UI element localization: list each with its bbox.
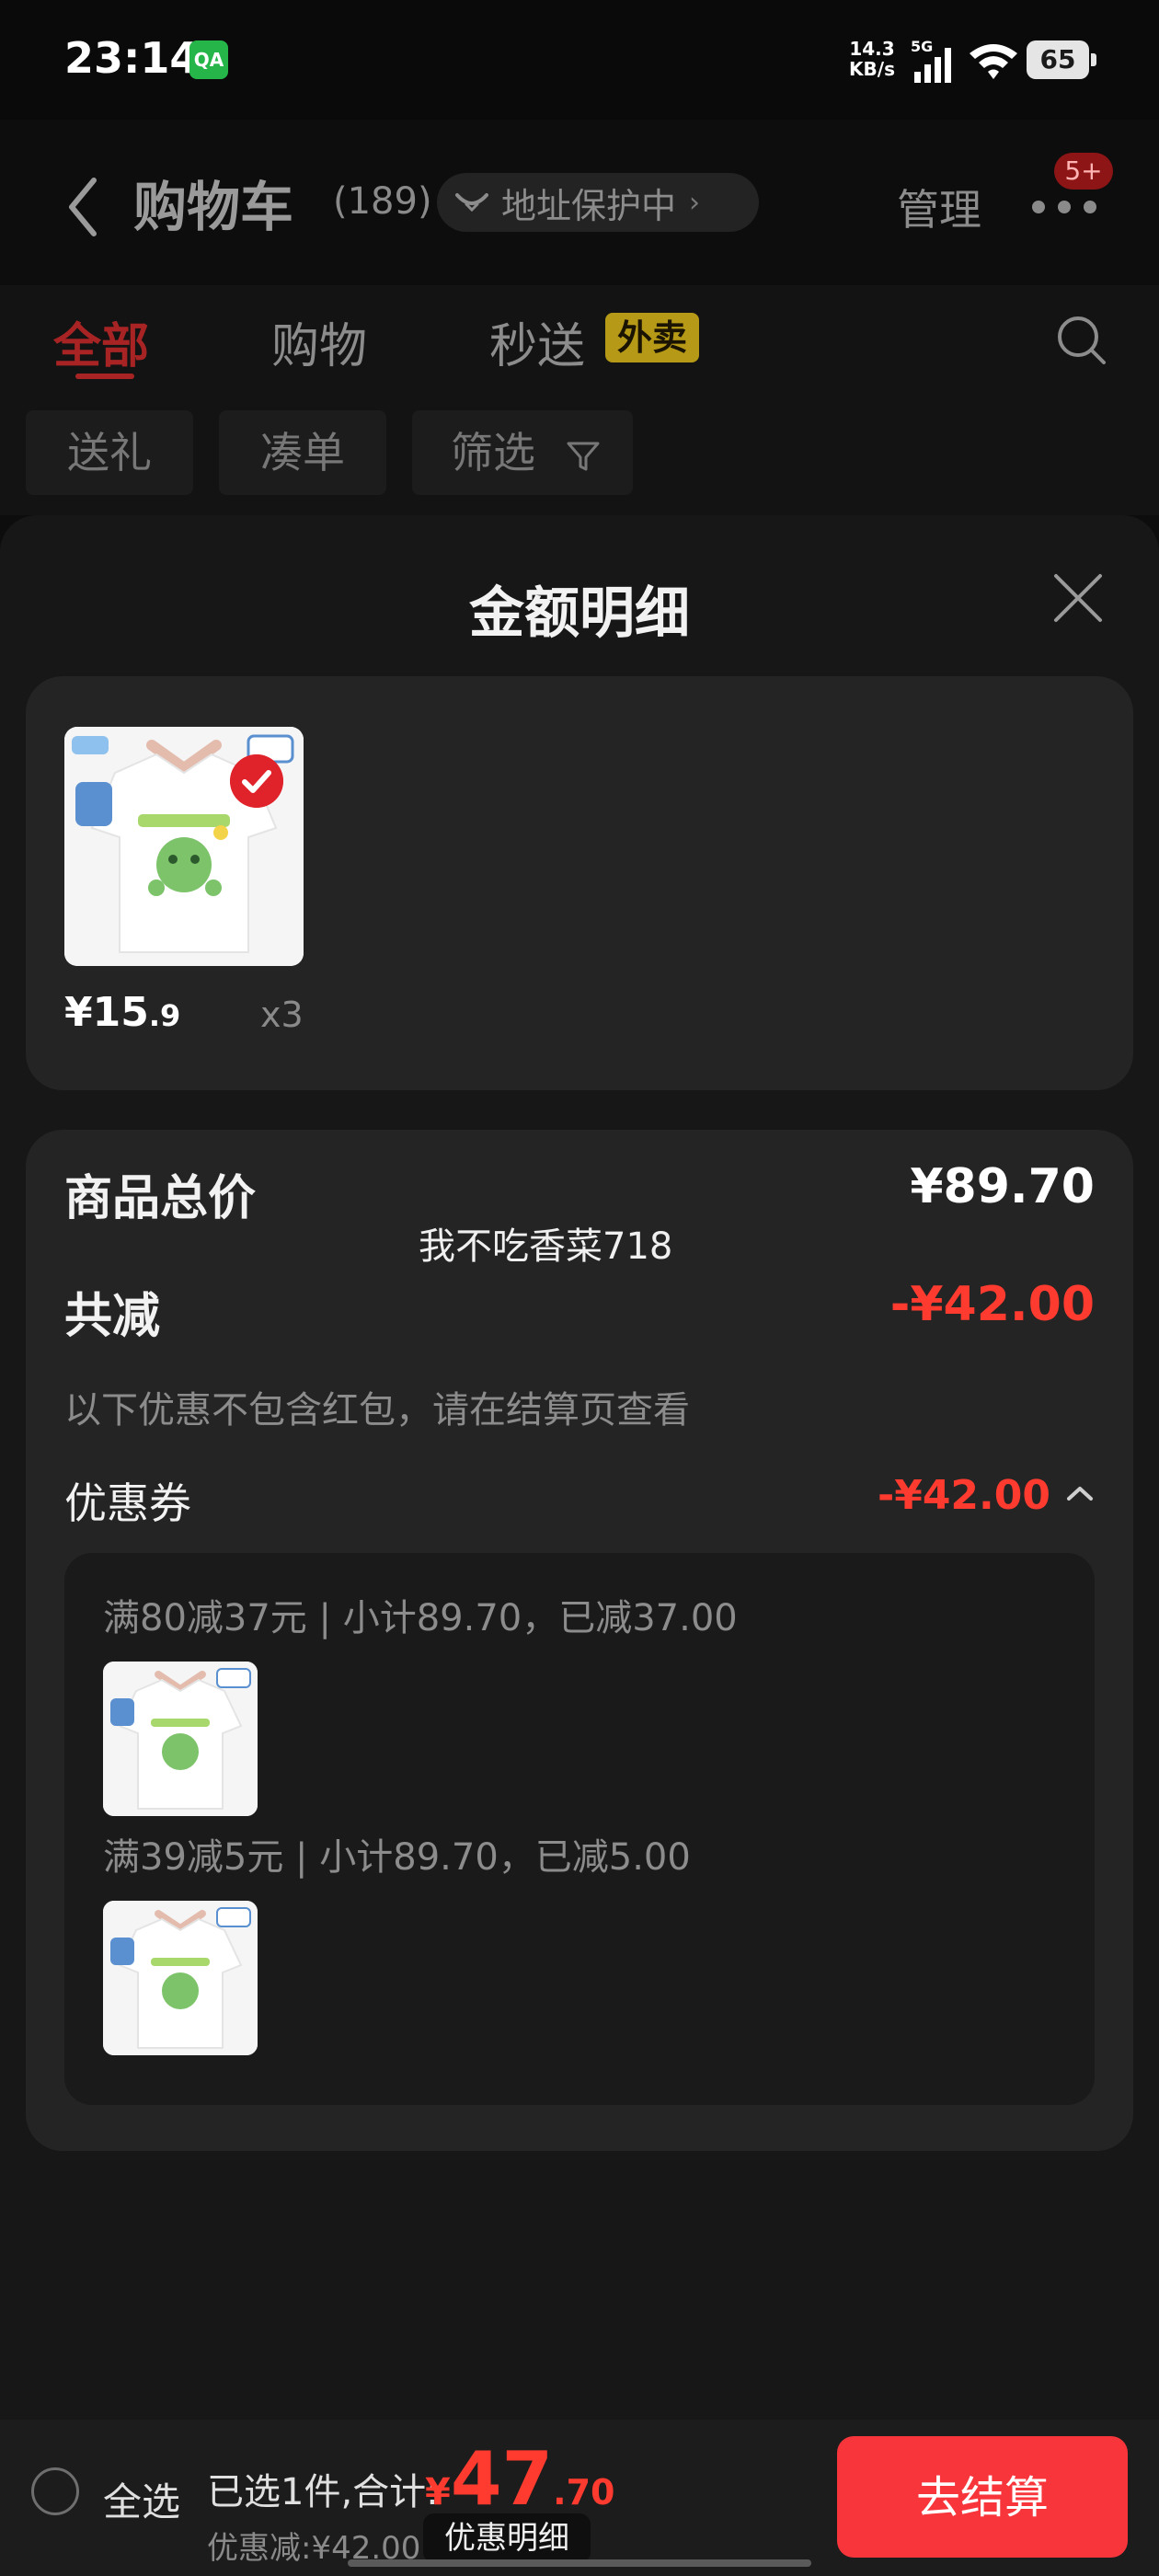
amount-detail-sheet: 金额明细 ¥15.9 x3 商品总价 ¥89.70 共减 -¥42.00 以下优… [0,515,1159,2420]
select-all-radio-icon[interactable] [31,2467,79,2515]
wifi-icon [970,44,1017,79]
product-price-decimal: .9 [148,998,181,1033]
coupon-value[interactable]: -¥42.00 [878,1472,1050,1519]
coupon-product-image-1 [103,1662,258,1816]
app-notification-icon: QA [189,40,228,79]
tab-all[interactable]: 全部 [53,307,149,376]
chip-bundle[interactable]: 凑单 [219,410,386,495]
watermark-text: 我不吃香菜718 [419,1225,673,1268]
coupon-line-2: 满39减5元 | 小计89.70，已减5.00 [103,1836,691,1879]
total-amount: ¥47.70 [425,2436,615,2522]
page-title: 购物车 [133,176,294,238]
select-all-label[interactable]: 全选 [103,2471,180,2527]
discount-value: -¥42.00 [889,1277,1095,1332]
status-bar: 23:14 QA 14.3 KB/s 5G 65 [0,0,1159,120]
cart-header: 购物车 (189) 地址保护中 › 管理 5+ [0,120,1159,285]
address-protection-label: 地址保护中 [501,185,677,226]
chevron-up-icon[interactable] [1065,1483,1095,1503]
sheet-title: 金额明细 [469,581,690,646]
total-price-label: 商品总价 [64,1171,257,1226]
home-indicator[interactable] [348,2559,811,2567]
filter-chips: 送礼 凑单 筛选 [0,396,1159,515]
tshirt-illustration [103,1662,258,1816]
search-icon[interactable] [1054,313,1109,368]
coupon-label: 优惠券 [64,1478,191,1528]
tab-express[interactable]: 秒送 [489,307,585,376]
tab-shopping[interactable]: 购物 [271,307,367,376]
network-type-label: 5G [911,39,933,55]
manage-button[interactable]: 管理 [897,177,981,237]
battery-icon: 65 [1027,40,1096,79]
net-speed-unit: KB/s [849,58,895,80]
shield-icon [455,193,488,213]
close-icon[interactable] [1050,570,1106,626]
tab-active-indicator [75,374,134,379]
chip-gift[interactable]: 送礼 [26,410,193,495]
more-badge: 5+ [1054,153,1113,190]
total-dec: .70 [553,2472,615,2513]
total-int: 47 [450,2436,554,2522]
cellular-signal-icon: 5G [911,39,951,83]
chevron-right-icon: › [689,186,701,219]
price-summary-card: 商品总价 ¥89.70 共减 -¥42.00 以下优惠不包含红包，请在结算页查看… [26,1130,1133,2151]
back-arrow-icon[interactable] [64,175,101,239]
chip-filter[interactable]: 筛选 [412,410,633,495]
net-speed-value: 14.3 [849,38,895,60]
filter-funnel-icon [567,442,600,470]
product-price-main: ¥15 [64,989,149,1036]
product-card: ¥15.9 x3 [26,676,1133,1090]
discount-label: 共减 [64,1289,161,1344]
product-quantity: x3 [260,995,304,1035]
category-tabs: 全部 购物 秒送 外卖 [0,285,1159,396]
selected-summary: 已选1件,合计: [207,2471,439,2513]
total-yen: ¥ [425,2471,451,2513]
status-time: 23:14 [64,33,200,83]
product-price: ¥15.9 [64,989,180,1036]
check-icon[interactable] [230,754,283,808]
more-dots-icon[interactable] [1028,193,1102,221]
net-speed: 14.3 KB/s [844,39,900,79]
total-price-value: ¥89.70 [910,1159,1095,1214]
coupon-breakdown: 满80减37元 | 小计89.70，已减37.00 满39减5元 | 小计89.… [64,1553,1095,2105]
tshirt-illustration [103,1901,258,2055]
discount-detail-button[interactable]: 优惠明细 [423,2513,591,2563]
checkout-bar: 全选 已选1件,合计: ¥47.70 优惠减:¥42.00 优惠明细 去结算 [0,2420,1159,2576]
cart-count: (189) [333,180,432,223]
coupon-line-1: 满80减37元 | 小计89.70，已减37.00 [103,1597,738,1639]
takeout-badge: 外卖 [605,313,699,362]
coupon-product-image-2 [103,1901,258,2055]
chip-filter-label: 筛选 [451,428,535,477]
discount-note: 以下优惠不包含红包，请在结算页查看 [64,1389,690,1432]
checkout-button[interactable]: 去结算 [837,2436,1128,2558]
address-protection-button[interactable]: 地址保护中 › [437,173,759,232]
